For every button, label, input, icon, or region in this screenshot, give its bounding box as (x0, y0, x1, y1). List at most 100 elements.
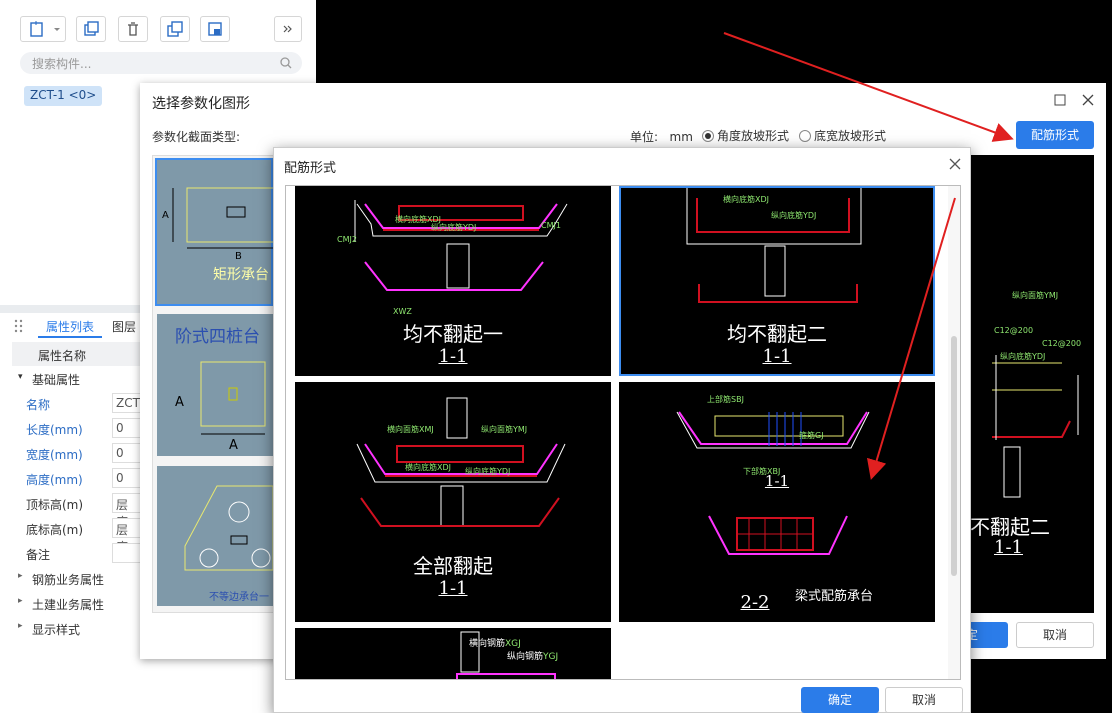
option-4-drawing: 上部筋SBJ 下部筋XBJ 箍筋GJ (676, 394, 870, 555)
property-value[interactable]: 0 (112, 468, 142, 488)
cad-label-xdj: 横向底筋XDJ (723, 194, 769, 204)
option-no-bend-1[interactable]: 纵向底筋YDJ 横向底筋XDJ CMJ2 CMJ1 XWZ 均不翻起一 1-1 (295, 186, 611, 376)
cad-label-ygj: 纵向钢筋YGJ (507, 650, 558, 662)
dialog-title: 选择参数化图形 (152, 96, 250, 112)
inner-cancel-button[interactable]: 取消 (885, 687, 963, 713)
caret-down-icon: ▾ (18, 372, 23, 382)
option-section: 1-1 (762, 346, 792, 367)
preview-label-ymj: 纵向面筋YMJ (1012, 291, 1059, 300)
option-section: 1-1 (438, 346, 468, 367)
search-icon (280, 57, 292, 69)
property-value[interactable]: ZCT (112, 393, 142, 413)
option-title: 均不翻起二 (727, 322, 827, 346)
search-placeholder: 搜索构件... (32, 57, 92, 71)
group-basic-label: 基础属性 (32, 373, 81, 387)
rect-cap-drawing: A B (162, 187, 276, 262)
cad-label-cmj1: CMJ1 (541, 221, 561, 230)
group-civil[interactable]: ▸ 土建业务属性 (12, 591, 140, 616)
group-display[interactable]: ▸ 显示样式 (12, 616, 140, 641)
property-name: 名称 (26, 398, 51, 412)
copy-icon (84, 21, 99, 36)
radio-angle-label: 角度放坡形式 (717, 129, 790, 143)
option-title: 梁式配筋承台 (795, 589, 874, 604)
double-chevron-right-icon (283, 25, 292, 33)
unequal-cap-drawing (184, 485, 274, 571)
option-section-top: 1-1 (764, 472, 790, 490)
delete-button[interactable] (118, 16, 148, 42)
option-all-bend[interactable]: 横向面筋XMJ 纵向面筋YMJ 横向底筋XDJ 纵向底筋YDJ 全部翻起 1-1 (295, 382, 611, 622)
search-input[interactable]: 搜索构件... (20, 52, 302, 74)
property-value[interactable] (112, 543, 142, 563)
property-value[interactable]: 0 (112, 418, 142, 438)
tab-properties[interactable]: 属性列表 (38, 314, 102, 338)
option-no-bend-2[interactable]: 横向底筋XDJ 纵向底筋YDJ 均不翻起二 1-1 (619, 186, 935, 376)
cad-label-xdj: 横向底筋XDJ (405, 462, 451, 472)
property-value[interactable]: 层底 (112, 493, 142, 529)
shape-label: 不等边承台一 (209, 592, 269, 603)
property-name: 宽度(mm) (26, 448, 83, 462)
shape-unequal-cap[interactable]: 不等边承台一 (157, 466, 274, 606)
group-rebar-label: 钢筋业务属性 (32, 573, 105, 587)
trash-icon (128, 22, 138, 36)
property-value[interactable]: 层底 (112, 518, 142, 554)
property-name: 高度(mm) (26, 473, 83, 487)
unit-label: 单位: mm (630, 128, 693, 145)
shape-step-four-pile[interactable]: 阶式四桩台 A A (157, 314, 273, 456)
cad-label-ymj: 纵向面筋YMJ (481, 424, 527, 434)
option-5-partial[interactable]: 横向钢筋XGJ 纵向钢筋YGJ (295, 628, 611, 679)
caret-right-icon: ▸ (18, 571, 23, 581)
radio-width[interactable]: 底宽放坡形式 (799, 127, 886, 144)
option-section: 1-1 (438, 578, 468, 599)
radio-angle[interactable]: 角度放坡形式 (702, 127, 789, 144)
cad-label-xgj: 横向钢筋XGJ (469, 637, 521, 649)
preview-panel: 纵向面筋YMJ C12@200 纵向底筋YDJ C12@200 不翻起二 1-1 (960, 155, 1094, 613)
cad-label-xmj: 横向面筋XMJ (387, 424, 434, 434)
new-file-icon (30, 21, 60, 37)
preview-label-c12b: C12@200 (1042, 339, 1082, 348)
property-name: 底标高(m) (26, 523, 84, 537)
shape-rect-cap[interactable]: A B 矩形承台 (155, 158, 276, 306)
duplicate-button[interactable] (160, 16, 190, 42)
caret-right-icon: ▸ (18, 621, 23, 631)
group-display-label: 显示样式 (32, 623, 81, 637)
close-icon[interactable] (1082, 94, 1094, 106)
property-name: 备注 (26, 548, 51, 562)
svg-text:A: A (229, 438, 238, 453)
maximize-icon[interactable] (1054, 94, 1066, 106)
save-template-button[interactable] (200, 16, 230, 42)
more-button[interactable] (274, 16, 302, 42)
group-civil-label: 土建业务属性 (32, 598, 105, 612)
preview-section: 1-1 (994, 537, 1023, 558)
property-name: 长度(mm) (26, 423, 83, 437)
copy-button[interactable] (76, 16, 106, 42)
layers-icon (167, 21, 183, 37)
property-value[interactable]: 0 (112, 443, 142, 463)
inner-ok-button[interactable]: 确定 (801, 687, 879, 713)
component-item[interactable]: ZCT-1 <0> (24, 86, 103, 106)
save-icon (208, 22, 222, 36)
group-rebar[interactable]: ▸ 钢筋业务属性 (12, 566, 140, 591)
unit-value: mm (669, 130, 693, 144)
preview-title: 不翻起二 (970, 515, 1050, 539)
drag-handle-icon[interactable] (14, 318, 24, 334)
cad-label-ydj: 纵向底筋YDJ (771, 210, 816, 220)
svg-text:A: A (175, 395, 184, 410)
rebar-form-button[interactable]: 配筋形式 (1016, 121, 1094, 149)
preview-drawing (992, 355, 1079, 498)
scrollbar[interactable] (948, 186, 960, 679)
close-icon[interactable] (949, 158, 961, 170)
scrollbar-thumb[interactable] (951, 336, 957, 576)
shape-list: A B 矩形承台 阶式四桩台 A A 不等边承台一 (152, 155, 276, 613)
outer-cancel-button[interactable]: 取消 (1016, 622, 1094, 648)
option-title: 全部翻起 (413, 554, 493, 578)
cad-label-gj: 箍筋GJ (799, 430, 824, 440)
radio-unchecked-icon (799, 130, 811, 142)
cad-label-sbj: 上部筋SBJ (707, 394, 744, 404)
group-basic[interactable]: ▾ 基础属性 (12, 366, 140, 391)
rebar-options-grid: 纵向底筋YDJ 横向底筋XDJ CMJ2 CMJ1 XWZ 均不翻起一 1-1 … (285, 185, 961, 680)
step-cap-drawing: A A (175, 361, 266, 453)
tab-layers[interactable]: 图层 (112, 314, 142, 338)
new-component-button[interactable] (20, 16, 66, 42)
option-beam-rebar[interactable]: 上部筋SBJ 下部筋XBJ 箍筋GJ 1-1 2-2 梁式配筋承台 (619, 382, 935, 622)
property-header: 属性名称 (12, 342, 142, 366)
